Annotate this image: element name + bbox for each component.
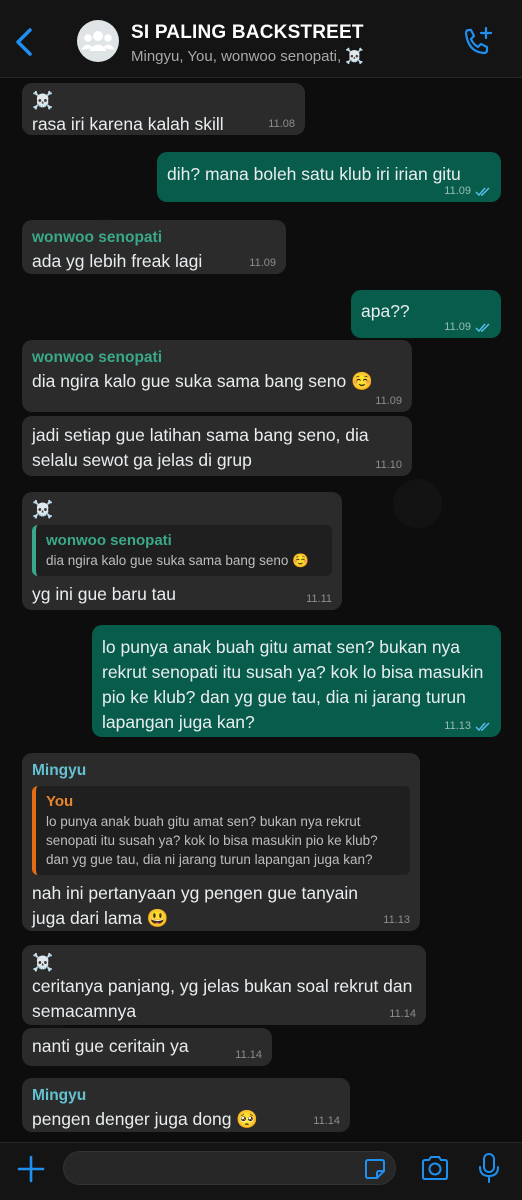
message-bubble[interactable]: wonwoo senopati ada yg lebih freak lagi … bbox=[22, 220, 286, 274]
quote-text: lo punya anak buah gitu amat sen? bukan … bbox=[46, 814, 378, 867]
quote-author: You bbox=[46, 793, 74, 810]
add-call-icon[interactable] bbox=[460, 26, 494, 58]
message-time: 11.09 bbox=[444, 321, 491, 333]
message-time: 11.09 bbox=[375, 395, 402, 407]
message-bubble[interactable]: ☠️ rasa iri karena kalah skill 11.08 bbox=[22, 83, 305, 135]
message-time: 11.09 bbox=[444, 185, 491, 197]
message-time: 11.14 bbox=[389, 1008, 416, 1020]
message-time: 11.13 bbox=[383, 914, 410, 926]
quote-text: dia ngira kalo gue suka sama bang seno ☺… bbox=[46, 553, 309, 568]
message-bubble[interactable]: ☠️ ceritanya panjang, yg jelas bukan soa… bbox=[22, 945, 426, 1025]
message-bubble[interactable]: nanti gue ceritain ya 11.14 bbox=[22, 1028, 272, 1066]
sender-name[interactable]: Mingyu bbox=[32, 1085, 340, 1107]
back-chevron-icon[interactable] bbox=[10, 26, 40, 58]
message-bubble[interactable]: Mingyu You lo punya anak buah gitu amat … bbox=[22, 753, 420, 931]
group-avatar[interactable] bbox=[77, 20, 119, 62]
sender-name[interactable]: wonwoo senopati bbox=[32, 347, 402, 369]
quote-author: wonwoo senopati bbox=[46, 532, 172, 549]
message-composer bbox=[0, 1142, 522, 1200]
message-text: pengen denger juga dong 🥺 bbox=[32, 1109, 259, 1129]
message-time: 11.09 bbox=[249, 257, 276, 269]
microphone-icon[interactable] bbox=[478, 1153, 500, 1183]
message-text: lo punya anak buah gitu amat sen? bukan … bbox=[102, 637, 484, 732]
message-text: rasa iri karena kalah skill bbox=[32, 114, 224, 134]
sticker-icon[interactable] bbox=[364, 1158, 386, 1180]
read-ticks-icon bbox=[475, 721, 490, 731]
message-bubble[interactable]: Mingyu pengen denger juga dong 🥺 11.14 bbox=[22, 1078, 350, 1132]
plus-icon[interactable] bbox=[16, 1154, 46, 1184]
message-text: apa?? bbox=[361, 301, 410, 321]
message-bubble[interactable]: ☠️ wonwoo senopati dia ngira kalo gue su… bbox=[22, 492, 342, 610]
chat-members[interactable]: Mingyu, You, wonwoo senopati, ☠️ bbox=[131, 47, 364, 65]
message-text: ada yg lebih freak lagi bbox=[32, 251, 203, 271]
message-input[interactable] bbox=[63, 1151, 396, 1185]
chat-area[interactable]: ☠️ rasa iri karena kalah skill 11.08 dih… bbox=[0, 78, 522, 1142]
sender-name: ☠️ bbox=[32, 500, 54, 519]
chat-header: SI PALING BACKSTREET Mingyu, You, wonwoo… bbox=[0, 0, 522, 78]
read-ticks-icon bbox=[475, 186, 490, 196]
message-bubble[interactable]: lo punya anak buah gitu amat sen? bukan … bbox=[92, 625, 501, 737]
message-bubble[interactable]: wonwoo senopati dia ngira kalo gue suka … bbox=[22, 340, 412, 412]
message-bubble[interactable]: jadi setiap gue latihan sama bang seno, … bbox=[22, 416, 412, 476]
message-text: dia ngira kalo gue suka sama bang seno ☺… bbox=[32, 371, 373, 391]
message-text: jadi setiap gue latihan sama bang seno, … bbox=[32, 425, 369, 470]
read-ticks-icon bbox=[475, 322, 490, 332]
quoted-message[interactable]: You lo punya anak buah gitu amat sen? bu… bbox=[32, 786, 410, 875]
camera-icon[interactable] bbox=[420, 1155, 450, 1181]
message-bubble[interactable]: apa?? 11.09 bbox=[351, 290, 501, 338]
quoted-message[interactable]: wonwoo senopati dia ngira kalo gue suka … bbox=[32, 525, 332, 576]
message-text: nah ini pertanyaan yg pengen gue tanyain… bbox=[32, 883, 358, 928]
chat-title[interactable]: SI PALING BACKSTREET bbox=[131, 22, 364, 44]
message-text: yg ini gue baru tau bbox=[32, 584, 176, 604]
sender-name[interactable]: Mingyu bbox=[32, 760, 410, 782]
message-text: dih? mana boleh satu klub iri irian gitu bbox=[167, 164, 461, 184]
message-time: 11.10 bbox=[375, 459, 402, 471]
sender-name: ☠️ bbox=[32, 91, 54, 110]
message-text: nanti gue ceritain ya bbox=[32, 1036, 189, 1056]
message-time: 11.13 bbox=[444, 720, 491, 732]
message-bubble[interactable]: dih? mana boleh satu klub iri irian gitu… bbox=[157, 152, 501, 202]
sender-name: ☠️ bbox=[32, 953, 54, 972]
group-avatar-icon bbox=[81, 31, 115, 51]
sender-name[interactable]: wonwoo senopati bbox=[32, 227, 276, 249]
message-text: ceritanya panjang, yg jelas bukan soal r… bbox=[32, 976, 413, 1021]
message-time: 11.14 bbox=[313, 1115, 340, 1127]
message-time: 11.14 bbox=[235, 1049, 262, 1061]
message-time: 11.11 bbox=[306, 593, 332, 605]
message-time: 11.08 bbox=[268, 118, 295, 130]
